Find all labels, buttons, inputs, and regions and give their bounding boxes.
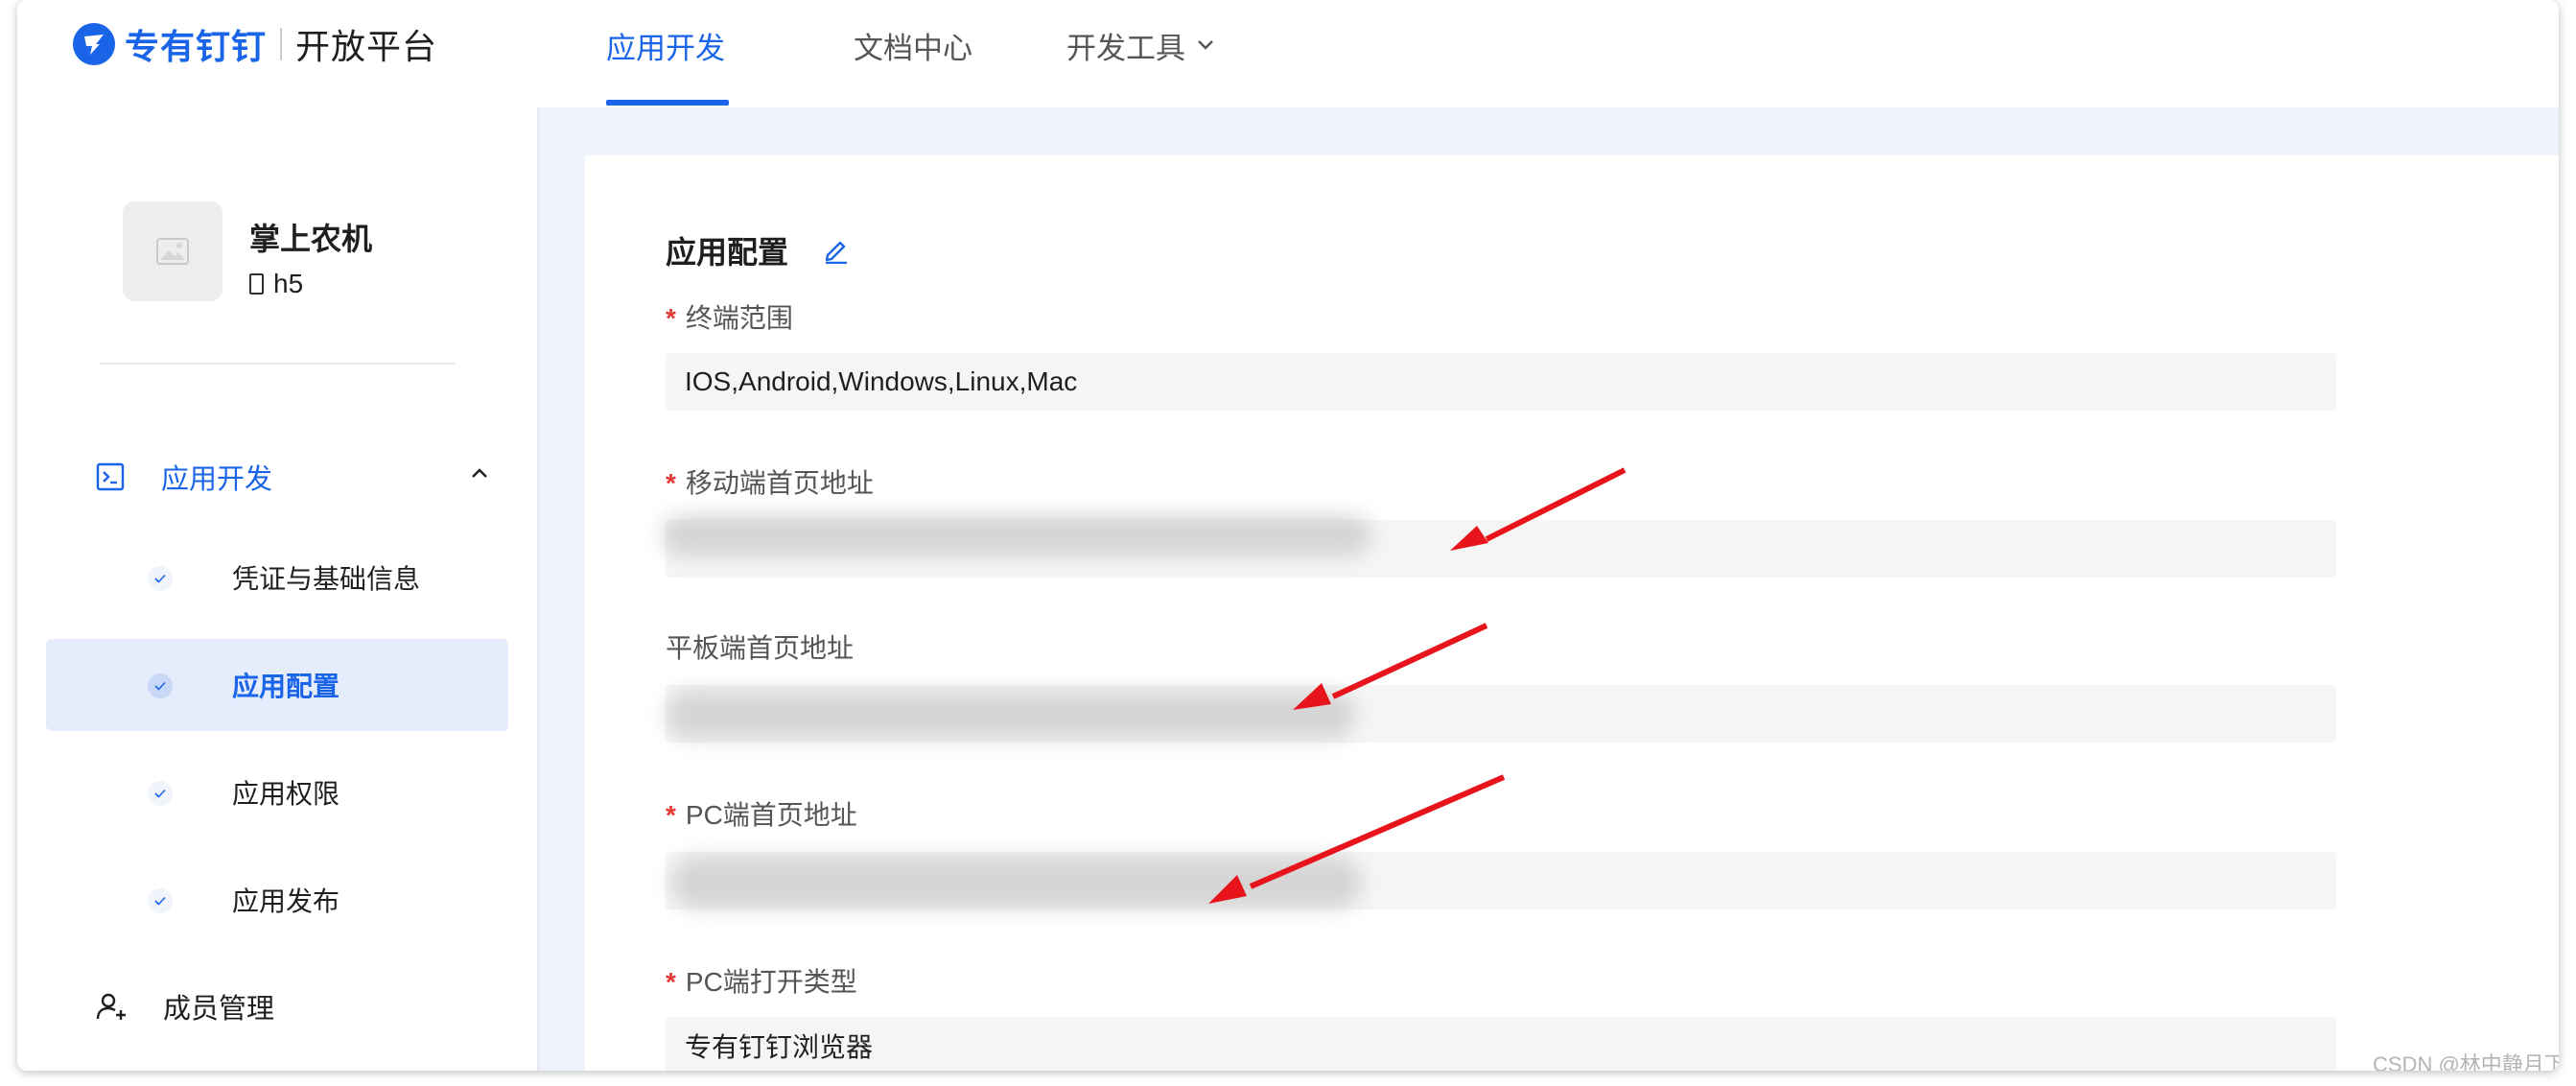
- annotation-arrow: [1208, 774, 1506, 904]
- app-window: 专有钉钉 开放平台 应用开发 文档中心 开发工具 掌上农机 h5 应用开发 凭证…: [17, 0, 2559, 1071]
- annotation-arrow: [1450, 467, 1627, 551]
- annotation-arrow: [1293, 623, 1488, 710]
- watermark: CSDN @林中静月下仙: [2373, 1052, 2559, 1071]
- annotation-arrows: [1208, 467, 1627, 904]
